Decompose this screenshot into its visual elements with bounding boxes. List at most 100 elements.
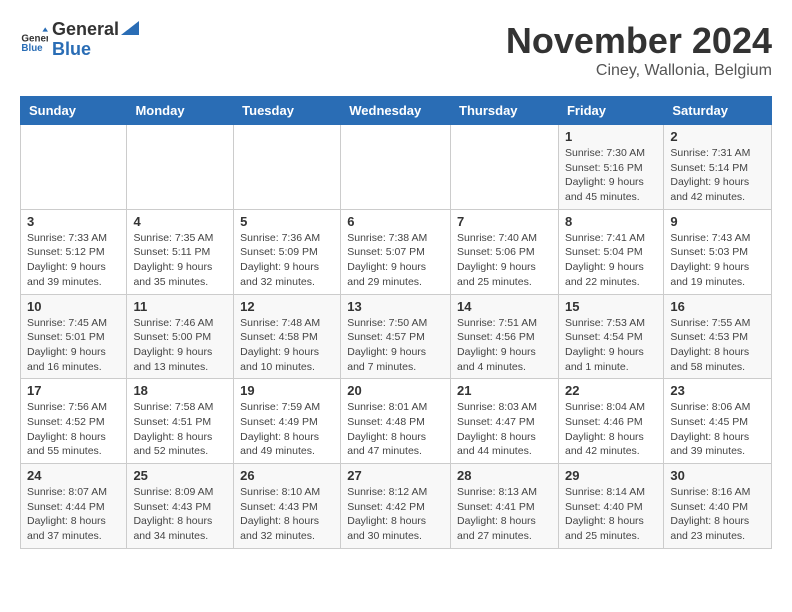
calendar-cell: 3Sunrise: 7:33 AM Sunset: 5:12 PM Daylig… — [21, 209, 127, 294]
day-number: 18 — [133, 383, 227, 398]
calendar-cell: 23 Sunrise: 8:06 AM Sunset: 4:45 PM Dayli… — [664, 379, 772, 464]
day-info: Sunrise: 8:12 AM Sunset: 4:42 PM Dayligh… — [347, 485, 444, 544]
calendar-cell — [21, 125, 127, 210]
day-info: Sunrise: 7:55 AM Sunset: 4:53 PM Dayligh… — [670, 316, 765, 375]
day-number: 21 — [457, 383, 552, 398]
calendar-cell: 14 Sunrise: 7:51 AM Sunset: 4:56 PM Dayli… — [451, 294, 559, 379]
calendar-week-row: 17 Sunrise: 7:56 AM Sunset: 4:52 PM Dayli… — [21, 379, 772, 464]
month-title: November 2024 — [506, 20, 772, 62]
day-number: 29 — [565, 468, 657, 483]
logo: General Blue General Blue — [20, 20, 119, 60]
calendar-week-row: 24 Sunrise: 8:07 AM Sunset: 4:44 PM Dayli… — [21, 464, 772, 549]
calendar-cell: 1Sunrise: 7:30 AM Sunset: 5:16 PM Daylig… — [558, 125, 663, 210]
day-number: 28 — [457, 468, 552, 483]
day-info: Sunrise: 8:01 AM Sunset: 4:48 PM Dayligh… — [347, 400, 444, 459]
day-number: 27 — [347, 468, 444, 483]
calendar-cell — [341, 125, 451, 210]
day-number: 4 — [133, 214, 227, 229]
day-number: 1 — [565, 129, 657, 144]
day-number: 14 — [457, 299, 552, 314]
day-info: Sunrise: 7:51 AM Sunset: 4:56 PM Dayligh… — [457, 316, 552, 375]
logo-arrow-icon — [121, 21, 139, 35]
calendar-body: 1Sunrise: 7:30 AM Sunset: 5:16 PM Daylig… — [21, 125, 772, 549]
day-number: 8 — [565, 214, 657, 229]
logo-blue-text: Blue — [52, 40, 119, 60]
day-info: Sunrise: 7:59 AM Sunset: 4:49 PM Dayligh… — [240, 400, 334, 459]
day-info: Sunrise: 7:38 AM Sunset: 5:07 PM Dayligh… — [347, 231, 444, 290]
day-number: 5 — [240, 214, 334, 229]
day-info: Sunrise: 7:35 AM Sunset: 5:11 PM Dayligh… — [133, 231, 227, 290]
calendar-cell: 4 Sunrise: 7:35 AM Sunset: 5:11 PM Daylig… — [127, 209, 234, 294]
calendar-week-row: 3Sunrise: 7:33 AM Sunset: 5:12 PM Daylig… — [21, 209, 772, 294]
calendar-cell: 17 Sunrise: 7:56 AM Sunset: 4:52 PM Dayli… — [21, 379, 127, 464]
day-info: Sunrise: 8:07 AM Sunset: 4:44 PM Dayligh… — [27, 485, 120, 544]
day-number: 26 — [240, 468, 334, 483]
calendar-cell — [451, 125, 559, 210]
day-number: 30 — [670, 468, 765, 483]
calendar-table: SundayMondayTuesdayWednesdayThursdayFrid… — [20, 96, 772, 549]
calendar-cell: 22 Sunrise: 8:04 AM Sunset: 4:46 PM Dayli… — [558, 379, 663, 464]
day-info: Sunrise: 8:14 AM Sunset: 4:40 PM Dayligh… — [565, 485, 657, 544]
day-info: Sunrise: 8:10 AM Sunset: 4:43 PM Dayligh… — [240, 485, 334, 544]
header-day-tuesday: Tuesday — [234, 97, 341, 125]
calendar-cell: 9 Sunrise: 7:43 AM Sunset: 5:03 PM Daylig… — [664, 209, 772, 294]
calendar-cell: 27 Sunrise: 8:12 AM Sunset: 4:42 PM Dayli… — [341, 464, 451, 549]
logo-general-text: General — [52, 20, 119, 38]
day-info: Sunrise: 7:45 AM Sunset: 5:01 PM Dayligh… — [27, 316, 120, 375]
day-number: 24 — [27, 468, 120, 483]
header-day-friday: Friday — [558, 97, 663, 125]
calendar-week-row: 10Sunrise: 7:45 AM Sunset: 5:01 PM Dayli… — [21, 294, 772, 379]
day-number: 22 — [565, 383, 657, 398]
calendar-cell: 18 Sunrise: 7:58 AM Sunset: 4:51 PM Dayli… — [127, 379, 234, 464]
day-number: 11 — [133, 299, 227, 314]
day-number: 17 — [27, 383, 120, 398]
calendar-cell: 16Sunrise: 7:55 AM Sunset: 4:53 PM Dayli… — [664, 294, 772, 379]
day-number: 3 — [27, 214, 120, 229]
calendar-cell — [234, 125, 341, 210]
day-number: 12 — [240, 299, 334, 314]
day-info: Sunrise: 7:41 AM Sunset: 5:04 PM Dayligh… — [565, 231, 657, 290]
calendar-week-row: 1Sunrise: 7:30 AM Sunset: 5:16 PM Daylig… — [21, 125, 772, 210]
day-info: Sunrise: 7:58 AM Sunset: 4:51 PM Dayligh… — [133, 400, 227, 459]
header-day-monday: Monday — [127, 97, 234, 125]
day-info: Sunrise: 7:46 AM Sunset: 5:00 PM Dayligh… — [133, 316, 227, 375]
calendar-header-row: SundayMondayTuesdayWednesdayThursdayFrid… — [21, 97, 772, 125]
day-info: Sunrise: 8:06 AM Sunset: 4:45 PM Dayligh… — [670, 400, 765, 459]
day-number: 13 — [347, 299, 444, 314]
calendar-cell: 10Sunrise: 7:45 AM Sunset: 5:01 PM Dayli… — [21, 294, 127, 379]
day-number: 23 — [670, 383, 765, 398]
calendar-cell: 21Sunrise: 8:03 AM Sunset: 4:47 PM Dayli… — [451, 379, 559, 464]
day-info: Sunrise: 7:43 AM Sunset: 5:03 PM Dayligh… — [670, 231, 765, 290]
calendar-cell: 2 Sunrise: 7:31 AM Sunset: 5:14 PM Daylig… — [664, 125, 772, 210]
day-info: Sunrise: 8:04 AM Sunset: 4:46 PM Dayligh… — [565, 400, 657, 459]
header-day-thursday: Thursday — [451, 97, 559, 125]
day-info: Sunrise: 8:16 AM Sunset: 4:40 PM Dayligh… — [670, 485, 765, 544]
logo-icon: General Blue — [20, 26, 48, 54]
day-number: 25 — [133, 468, 227, 483]
day-number: 7 — [457, 214, 552, 229]
day-number: 19 — [240, 383, 334, 398]
location-title: Ciney, Wallonia, Belgium — [506, 62, 772, 80]
title-area: November 2024 Ciney, Wallonia, Belgium — [506, 20, 772, 80]
calendar-cell: 28Sunrise: 8:13 AM Sunset: 4:41 PM Dayli… — [451, 464, 559, 549]
day-number: 6 — [347, 214, 444, 229]
header-day-sunday: Sunday — [21, 97, 127, 125]
day-info: Sunrise: 7:31 AM Sunset: 5:14 PM Dayligh… — [670, 146, 765, 205]
calendar-cell: 25Sunrise: 8:09 AM Sunset: 4:43 PM Dayli… — [127, 464, 234, 549]
calendar-cell: 26 Sunrise: 8:10 AM Sunset: 4:43 PM Dayli… — [234, 464, 341, 549]
calendar-cell: 24 Sunrise: 8:07 AM Sunset: 4:44 PM Dayli… — [21, 464, 127, 549]
calendar-cell: 7Sunrise: 7:40 AM Sunset: 5:06 PM Daylig… — [451, 209, 559, 294]
day-number: 2 — [670, 129, 765, 144]
calendar-cell: 5 Sunrise: 7:36 AM Sunset: 5:09 PM Daylig… — [234, 209, 341, 294]
day-info: Sunrise: 7:50 AM Sunset: 4:57 PM Dayligh… — [347, 316, 444, 375]
calendar-cell: 19 Sunrise: 7:59 AM Sunset: 4:49 PM Dayli… — [234, 379, 341, 464]
day-info: Sunrise: 7:36 AM Sunset: 5:09 PM Dayligh… — [240, 231, 334, 290]
calendar-cell: 30 Sunrise: 8:16 AM Sunset: 4:40 PM Dayli… — [664, 464, 772, 549]
day-info: Sunrise: 7:56 AM Sunset: 4:52 PM Dayligh… — [27, 400, 120, 459]
header-day-saturday: Saturday — [664, 97, 772, 125]
calendar-cell: 29 Sunrise: 8:14 AM Sunset: 4:40 PM Dayli… — [558, 464, 663, 549]
header-day-wednesday: Wednesday — [341, 97, 451, 125]
day-number: 9 — [670, 214, 765, 229]
calendar-cell: 8 Sunrise: 7:41 AM Sunset: 5:04 PM Daylig… — [558, 209, 663, 294]
day-info: Sunrise: 7:53 AM Sunset: 4:54 PM Dayligh… — [565, 316, 657, 375]
